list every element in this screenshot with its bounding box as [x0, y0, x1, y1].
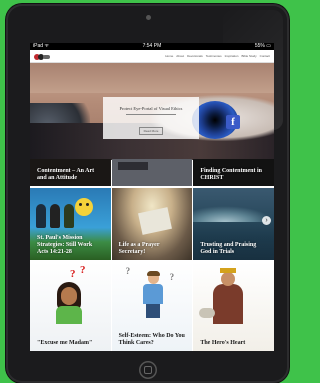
tile-finding-contentment[interactable]: Finding Contentment in CHRIST: [193, 159, 274, 186]
tile-caption: Finding Contentment in CHRIST: [200, 168, 263, 181]
tile-self-esteem[interactable]: ? ? Self-Esteem: Who Do You Think Cares?: [111, 262, 193, 351]
question-mark-icon: ?: [80, 264, 86, 276]
tile-caption: Life as a Prayer Secretary!: [118, 242, 160, 255]
question-mark-icon: ?: [169, 272, 175, 282]
ipad-device: iPad ᯤ 7:54 PM 55% ▭ Home About Devotion…: [6, 4, 289, 383]
tile-figure: [36, 204, 46, 228]
tile-caption: Trusting and Praising God in Trials: [200, 242, 257, 255]
tile-trusting-god[interactable]: › Trusting and Praising God in Trials: [193, 188, 274, 260]
tile-image: [117, 162, 148, 170]
tile-row-1: Contentment – An Art and an Attitude Fin…: [30, 159, 274, 186]
nav-link-contact[interactable]: Contact: [260, 54, 270, 58]
nav-link-devotionals[interactable]: Devotionals: [187, 54, 203, 58]
crown-icon: [220, 268, 237, 273]
tile-caption: Self-Esteem: Who Do You Think Cares?: [118, 333, 185, 346]
tile-animal: [199, 308, 216, 318]
tile-paul-mission[interactable]: St. Paul's Mission Strategies: Still Wor…: [30, 188, 111, 260]
tile-man-illustration: [142, 271, 164, 318]
status-carrier: iPad ᯤ: [33, 43, 49, 49]
smiley-icon: [75, 198, 93, 216]
facebook-icon: f: [226, 115, 240, 129]
tile-king-robe: [213, 284, 244, 324]
nav-link-home[interactable]: Home: [165, 54, 173, 58]
tile-caption: Contentment – An Art and an Attitude: [37, 168, 95, 181]
tile-caption: St. Paul's Mission Strategies: Still Wor…: [37, 235, 93, 255]
hero-card: Protect Eye-Portal of Visual Ethics Read…: [103, 97, 199, 139]
next-arrow-icon[interactable]: ›: [262, 216, 272, 225]
status-time: 7:54 PM: [142, 43, 162, 49]
tile-figure: [64, 204, 74, 228]
tile-row-2: St. Paul's Mission Strategies: Still Wor…: [30, 188, 274, 260]
nav-link-bible-study[interactable]: Bible Study: [241, 54, 256, 58]
tile-excuse-me-madam[interactable]: ? ? "Excuse me Madam": [30, 262, 111, 351]
tile-figure: [50, 204, 60, 228]
home-button[interactable]: [138, 361, 157, 379]
tile-heros-heart[interactable]: The Hero's Heart: [193, 262, 274, 351]
site-nav: Home About Devotionals Testimonies Inspi…: [30, 50, 274, 63]
question-mark-icon: ?: [70, 268, 76, 280]
ipad-screen: iPad ᯤ 7:54 PM 55% ▭ Home About Devotion…: [30, 43, 274, 351]
tile-contentment[interactable]: Contentment – An Art and an Attitude: [30, 159, 111, 186]
front-camera: [145, 15, 151, 20]
tile-woman-illustration: [54, 282, 84, 324]
question-mark-icon: ?: [125, 266, 131, 276]
tile-middle[interactable]: [111, 159, 193, 186]
nav-link-testimonies[interactable]: Testimonies: [206, 54, 222, 58]
hero-image-brow: [30, 63, 274, 93]
tile-notepad: [137, 207, 172, 235]
tile-caption: The Hero's Heart: [200, 340, 246, 346]
tile-row-3: ? ? "Excuse me Madam" ? ? Self-Esteem: W…: [30, 262, 274, 351]
nav-links: Home About Devotionals Testimonies Inspi…: [165, 54, 270, 58]
read-more-button[interactable]: Read More: [138, 127, 164, 135]
hero-banner[interactable]: f Protect Eye-Portal of Visual Ethics Re…: [30, 63, 274, 160]
hero-title: Protect Eye-Portal of Visual Ethics: [119, 106, 183, 111]
nav-link-inspiration[interactable]: Inspiration: [225, 54, 239, 58]
nav-link-about[interactable]: About: [176, 54, 184, 58]
site-logo[interactable]: [34, 53, 50, 60]
tile-caption: "Excuse me Madam": [37, 340, 93, 346]
hero-divider: [126, 114, 176, 115]
status-battery: 55% ▭: [254, 43, 271, 49]
status-bar: iPad ᯤ 7:54 PM 55% ▭: [30, 43, 274, 50]
tile-prayer-secretary[interactable]: Life as a Prayer Secretary!: [111, 188, 193, 260]
